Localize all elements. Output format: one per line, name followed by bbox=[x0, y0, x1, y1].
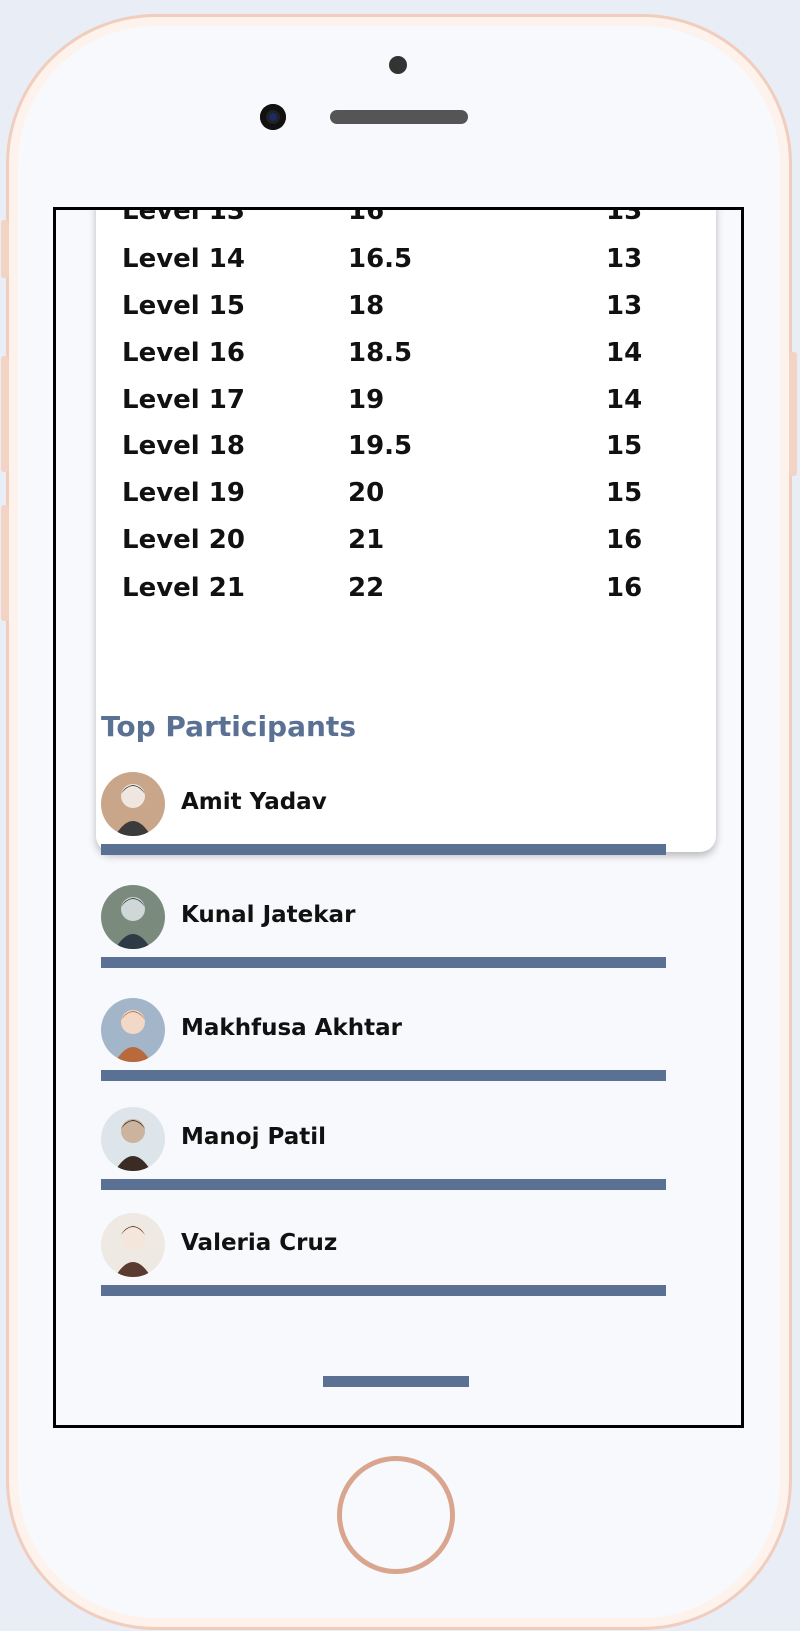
participant-name: Makhfusa Akhtar bbox=[181, 1015, 403, 1041]
avatar[interactable] bbox=[101, 998, 165, 1062]
level-value-a: 21 bbox=[348, 525, 385, 555]
level-label: Level 19 bbox=[122, 478, 245, 508]
participant-progress-bar bbox=[101, 1179, 666, 1190]
participant-item[interactable]: Manoj Patil bbox=[101, 1107, 666, 1197]
levels-table-card: Level 13 16 13 Level 14 16.5 13 Level 15 18 13 Le… bbox=[96, 207, 716, 852]
level-label: Level 14 bbox=[122, 244, 245, 274]
level-value-a: 16.5 bbox=[348, 244, 413, 274]
participant-item[interactable]: Kunal Jatekar bbox=[101, 885, 666, 975]
table-row: Level 16 18.5 14 bbox=[96, 338, 716, 378]
side-button bbox=[1, 220, 9, 278]
level-label: Level 13 bbox=[122, 207, 245, 226]
earpiece-speaker bbox=[330, 110, 468, 124]
side-button bbox=[789, 352, 797, 476]
level-label: Level 20 bbox=[122, 525, 245, 555]
level-value-b: 14 bbox=[606, 338, 643, 368]
avatar[interactable] bbox=[101, 1213, 165, 1277]
table-row: Level 21 22 16 bbox=[96, 573, 716, 613]
side-button bbox=[1, 505, 9, 621]
avatar[interactable] bbox=[101, 1107, 165, 1171]
level-label: Level 16 bbox=[122, 338, 245, 368]
participant-item[interactable]: Makhfusa Akhtar bbox=[101, 998, 666, 1088]
table-row: Level 17 19 14 bbox=[96, 385, 716, 425]
level-value-b: 13 bbox=[606, 207, 643, 226]
level-value-a: 16 bbox=[348, 207, 385, 226]
level-label: Level 21 bbox=[122, 573, 245, 603]
participant-name: Valeria Cruz bbox=[181, 1230, 338, 1256]
table-row: Level 13 16 13 bbox=[96, 207, 716, 236]
avatar[interactable] bbox=[101, 772, 165, 836]
participant-name: Amit Yadav bbox=[181, 789, 327, 815]
table-row: Level 14 16.5 13 bbox=[96, 244, 716, 284]
level-value-b: 13 bbox=[606, 291, 643, 321]
top-participants-title: Top Participants bbox=[101, 710, 356, 743]
level-value-a: 22 bbox=[348, 573, 385, 603]
table-row: Level 19 20 15 bbox=[96, 478, 716, 518]
avatar[interactable] bbox=[101, 885, 165, 949]
participant-progress-bar bbox=[101, 957, 666, 968]
level-value-a: 18.5 bbox=[348, 338, 413, 368]
level-value-a: 19 bbox=[348, 385, 385, 415]
level-value-b: 14 bbox=[606, 385, 643, 415]
table-row: Level 20 21 16 bbox=[96, 525, 716, 565]
level-value-a: 18 bbox=[348, 291, 385, 321]
level-label: Level 17 bbox=[122, 385, 245, 415]
side-button bbox=[1, 356, 9, 472]
participant-item[interactable]: Valeria Cruz bbox=[101, 1213, 666, 1303]
participant-progress-bar bbox=[101, 1285, 666, 1296]
table-row: Level 15 18 13 bbox=[96, 291, 716, 331]
participant-name: Kunal Jatekar bbox=[181, 902, 356, 928]
participant-progress-bar bbox=[101, 1070, 666, 1081]
participant-name: Manoj Patil bbox=[181, 1124, 326, 1150]
level-value-b: 13 bbox=[606, 244, 643, 274]
participant-item[interactable]: Amit Yadav bbox=[101, 772, 666, 862]
home-button[interactable] bbox=[337, 1456, 455, 1574]
screen[interactable]: Level 13 16 13 Level 14 16.5 13 Level 15 18 13 Le… bbox=[53, 207, 744, 1428]
home-indicator-bar[interactable] bbox=[323, 1376, 469, 1387]
table-row: Level 18 19.5 15 bbox=[96, 431, 716, 471]
level-value-b: 16 bbox=[606, 573, 643, 603]
front-camera-icon bbox=[260, 104, 286, 130]
level-value-b: 15 bbox=[606, 478, 643, 508]
level-value-a: 19.5 bbox=[348, 431, 413, 461]
front-sensor bbox=[389, 56, 407, 74]
level-label: Level 18 bbox=[122, 431, 245, 461]
level-value-b: 15 bbox=[606, 431, 643, 461]
participant-progress-bar bbox=[101, 844, 666, 855]
level-value-a: 20 bbox=[348, 478, 385, 508]
level-label: Level 15 bbox=[122, 291, 245, 321]
level-value-b: 16 bbox=[606, 525, 643, 555]
